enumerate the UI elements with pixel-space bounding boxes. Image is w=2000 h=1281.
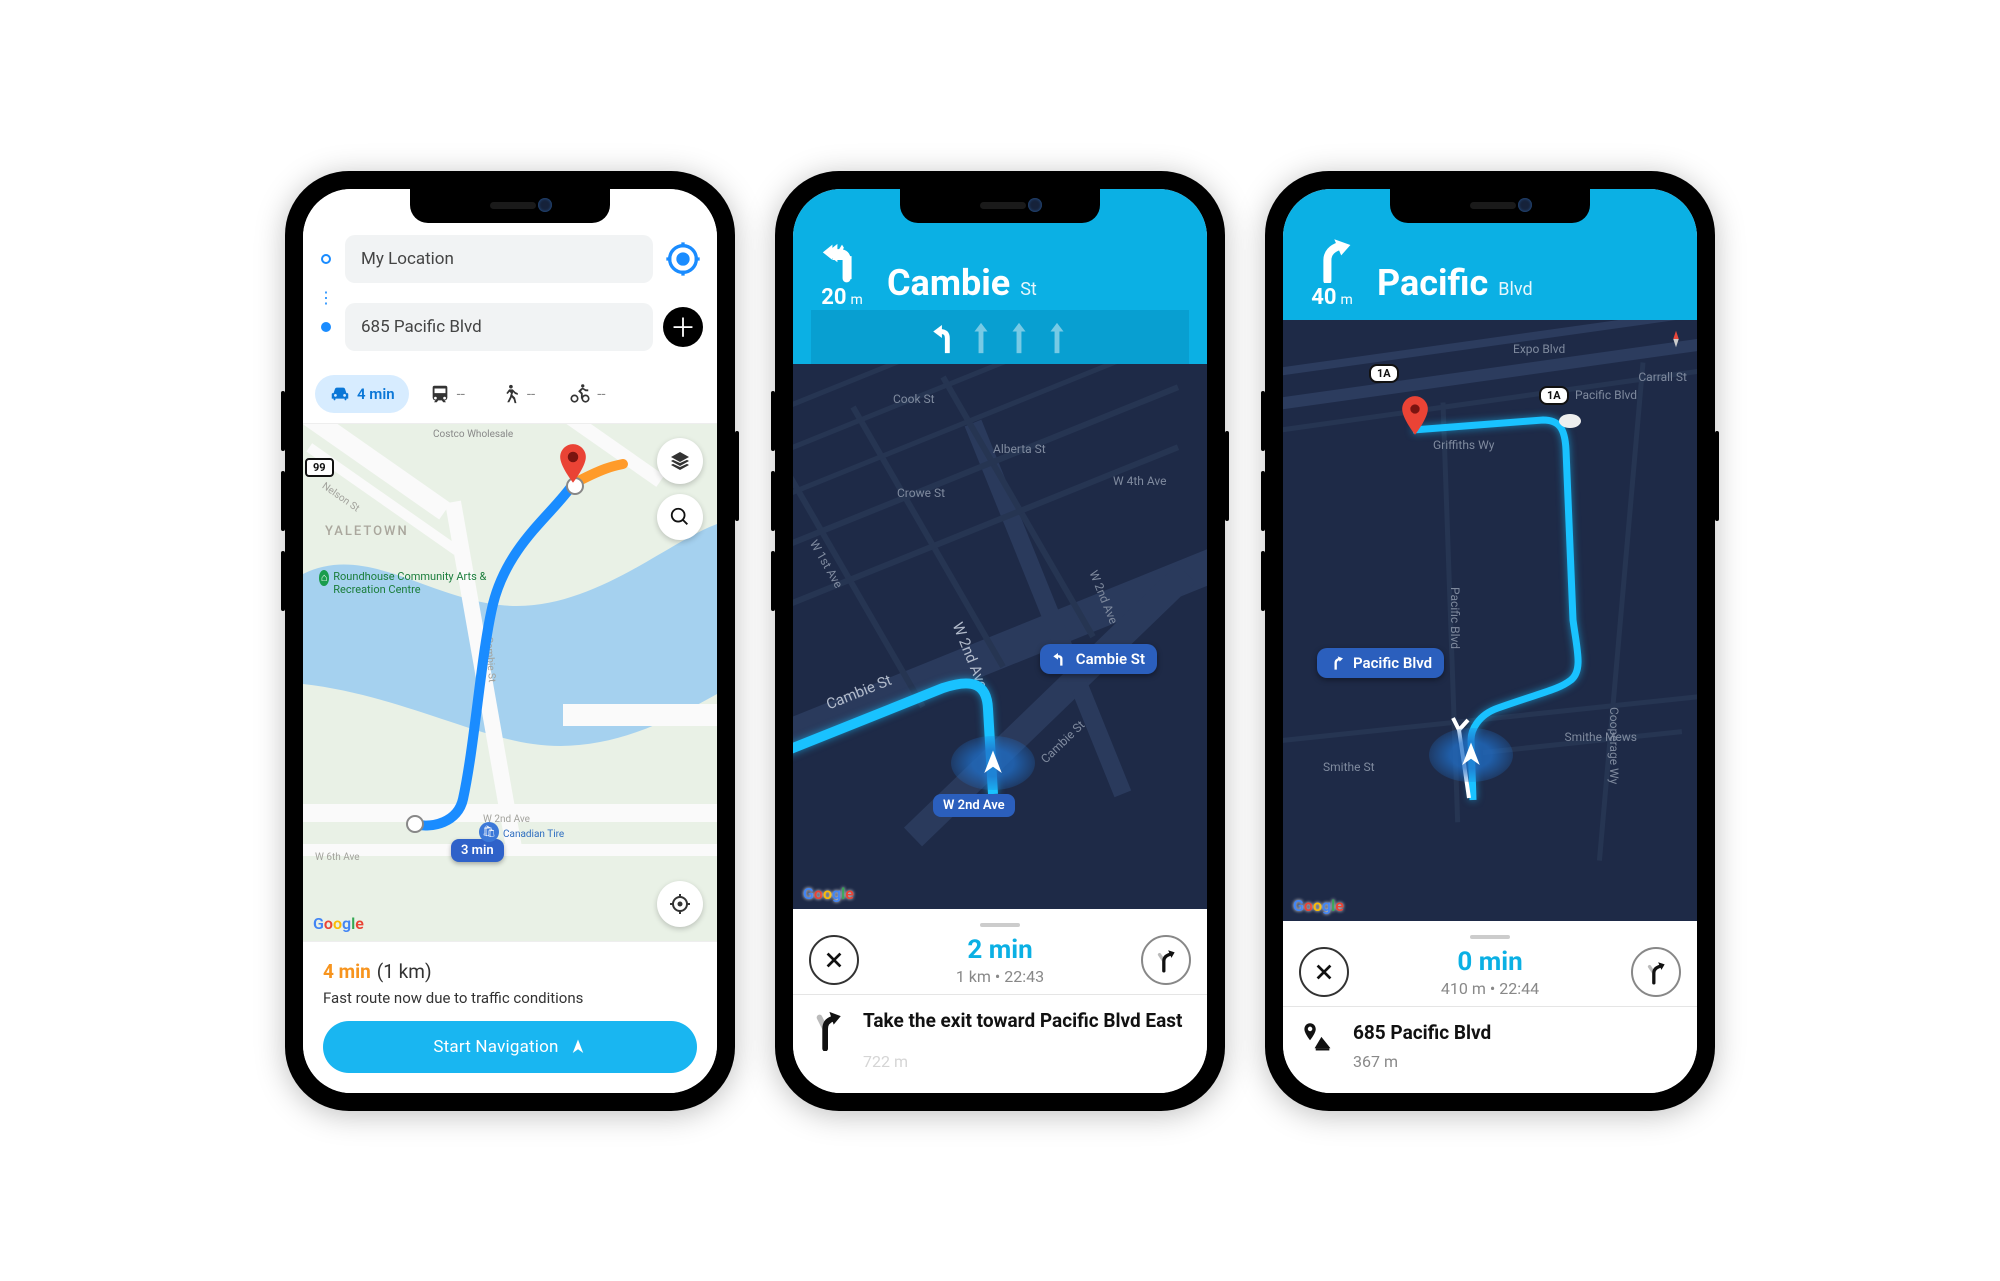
distance-to-turn: 20 m [821,285,863,310]
upcoming-street: Pacific Blvd [1377,262,1533,310]
google-attribution: Google [803,884,854,903]
destination-marker-icon [317,322,335,332]
turn-callout[interactable]: Pacific Blvd [1317,648,1444,678]
remaining-eta: 0 min [1441,947,1539,977]
route-end-icon [1559,414,1581,428]
walk-icon [499,383,521,405]
eta-text: 4 min [323,960,371,983]
device-notch [410,189,610,223]
next-step-text: 685 Pacific Blvd [1353,1021,1491,1046]
tab-drive-eta: 4 min [357,385,395,403]
phone-turn-pacific: 40 m Pacific Blvd Expo Blvd Pacific [1265,171,1715,1111]
phone-turn-cambie: 20 m Cambie St [775,171,1225,1111]
tab-bike-eta: -- [597,385,605,403]
start-navigation-button[interactable]: Start Navigation [323,1021,697,1073]
tab-transit-eta: -- [457,385,465,403]
map-canvas[interactable]: Cook St W 1st Ave Alberta St Crowe St W … [793,364,1207,909]
navigation-position-icon [951,736,1035,790]
next-step-card[interactable]: Take the exit toward Pacific Blvd East 7… [793,994,1207,1093]
map-canvas[interactable]: YALETOWN ⌂Roundhouse Community Arts & Re… [303,424,717,941]
tab-bike[interactable]: -- [555,375,619,413]
route-summary-card[interactable]: 4 min (1 km) Fast route now due to traff… [303,941,717,1093]
destination-pin-icon[interactable] [1401,396,1425,430]
lane-straight-icon [1044,320,1070,356]
destination-icon [1301,1021,1335,1061]
route-message: Fast route now due to traffic conditions [323,989,697,1007]
bike-icon [569,383,591,405]
destination-input[interactable]: 685 Pacific Blvd [345,303,653,351]
tab-walk-eta: -- [527,385,535,403]
search-map-button[interactable] [657,494,703,540]
screen: 20 m Cambie St [793,189,1207,1093]
start-navigation-label: Start Navigation [433,1037,558,1057]
search-icon [669,506,691,528]
distance-text: (1 km) [377,960,432,983]
exit-right-icon [811,1009,845,1049]
travel-mode-tabs: 4 min -- -- -- [303,369,717,424]
next-step-sub: 367 m [1353,1052,1491,1071]
next-step-sub: 722 m [863,1052,1182,1071]
map-canvas[interactable]: Expo Blvd Pacific Blvd Carrall St Griffi… [1283,320,1697,921]
fork-right-icon [1643,959,1669,985]
shopping-pin-icon[interactable]: 🛍 [479,822,499,842]
layers-icon [668,449,692,473]
navigation-position-icon [1429,728,1513,782]
remaining-eta: 2 min [956,935,1044,965]
nav-bottom-sheet[interactable]: 0 min 410 m • 22:44 [1283,921,1697,1006]
lane-guidance [811,310,1189,364]
google-attribution: Google [1293,896,1344,915]
next-step-text: Take the exit toward Pacific Blvd East [863,1009,1182,1034]
close-navigation-button[interactable] [1299,947,1349,997]
drag-handle-icon[interactable] [980,923,1020,927]
screen: My Location ⋮ 685 Pacific Blvd ＋ 4 min [303,189,717,1093]
fork-right-icon [1153,947,1179,973]
close-icon [1313,961,1335,983]
drag-handle-icon[interactable] [1470,935,1510,939]
upcoming-street: Cambie St [887,262,1037,310]
lane-left-icon [930,320,956,356]
waypoint-dots-icon: ⋮ [317,293,335,303]
crosshair-icon [668,892,692,916]
route-eta-badge[interactable]: 3 min [451,839,504,862]
navigation-arrow-icon [569,1038,587,1056]
lane-straight-icon [968,320,994,356]
maneuver-fork-right-icon [1309,237,1355,283]
tab-transit[interactable]: -- [415,375,479,413]
car-icon [329,383,351,405]
maneuver-turn-left-icon [819,237,865,283]
add-stop-button[interactable]: ＋ [663,307,703,347]
destination-pin-icon[interactable] [559,444,587,484]
close-navigation-button[interactable] [809,935,859,985]
screen: 40 m Pacific Blvd Expo Blvd Pacific [1283,189,1697,1093]
origin-marker-icon [317,254,335,264]
transit-icon [429,383,451,405]
alt-routes-button[interactable] [1631,947,1681,997]
nav-bottom-sheet[interactable]: 2 min 1 km • 22:43 [793,909,1207,994]
origin-input[interactable]: My Location [345,235,653,283]
turn-callout[interactable]: Cambie St [1040,644,1157,674]
device-notch [900,189,1100,223]
alt-routes-button[interactable] [1141,935,1191,985]
layers-button[interactable] [657,438,703,484]
current-street-chip: W 2nd Ave [933,794,1015,817]
tab-walk[interactable]: -- [485,375,549,413]
device-notch [1390,189,1590,223]
phone-route-overview: My Location ⋮ 685 Pacific Blvd ＋ 4 min [285,171,735,1111]
remaining-sub: 410 m • 22:44 [1441,979,1539,998]
lane-straight-icon [1006,320,1032,356]
remaining-sub: 1 km • 22:43 [956,967,1044,986]
recenter-button[interactable] [657,881,703,927]
locate-icon[interactable] [663,239,703,279]
tab-drive[interactable]: 4 min [315,375,409,413]
distance-to-turn: 40 m [1311,285,1353,310]
next-step-card[interactable]: 685 Pacific Blvd 367 m [1283,1006,1697,1093]
google-attribution: Google [313,914,364,933]
close-icon [823,949,845,971]
